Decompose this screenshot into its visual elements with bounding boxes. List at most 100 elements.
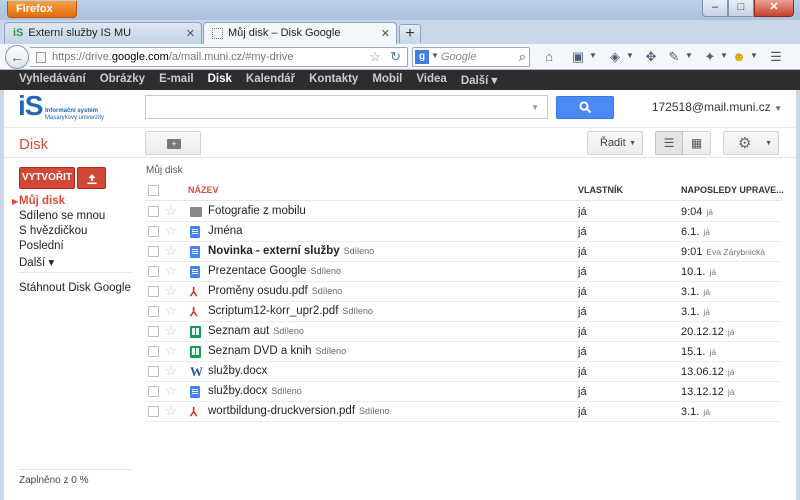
star-icon[interactable]: ☆ bbox=[165, 323, 177, 339]
row-checkbox[interactable] bbox=[148, 266, 159, 277]
row-checkbox[interactable] bbox=[148, 246, 159, 257]
tab-close-icon[interactable]: ✕ bbox=[186, 27, 195, 40]
file-name[interactable]: Scriptum12-korr_upr2.pdf Sdíleno bbox=[208, 305, 373, 317]
file-name[interactable]: Seznam DVD a knih Sdíleno bbox=[208, 345, 346, 357]
bookmarks-icon[interactable]: ▣ bbox=[570, 49, 586, 65]
eyedropper-icon[interactable]: ✎ bbox=[666, 49, 682, 65]
gbar-item[interactable]: Videa bbox=[409, 70, 453, 90]
home-icon[interactable]: ⌂ bbox=[541, 49, 557, 65]
tab-close-icon[interactable]: ✕ bbox=[381, 27, 390, 40]
gbar-item[interactable]: Disk bbox=[201, 70, 239, 90]
table-row[interactable]: ☆ služby.docx Sdíleno já 13.12.12 já bbox=[145, 382, 781, 402]
column-name[interactable]: NÁZEV bbox=[188, 185, 219, 195]
table-row[interactable]: ☆ Jména já 6.1. já bbox=[145, 222, 781, 242]
star-icon[interactable]: ☆ bbox=[165, 303, 177, 319]
sidebar-item-sdileno[interactable]: Sdíleno se mnou bbox=[19, 210, 105, 222]
chevron-down-icon[interactable]: ▼ bbox=[589, 51, 597, 60]
grid-view-icon[interactable]: ▦ bbox=[683, 131, 711, 155]
gbar-item[interactable]: Vyhledávání bbox=[12, 70, 93, 90]
menu-icon[interactable]: ☰ bbox=[768, 49, 784, 65]
gbar-item[interactable]: Kalendář bbox=[239, 70, 302, 90]
file-name[interactable]: Seznam aut Sdíleno bbox=[208, 325, 304, 337]
chevron-down-icon[interactable]: ▼ bbox=[720, 51, 728, 60]
file-name[interactable]: Novinka - externí služby Sdíleno bbox=[208, 245, 374, 257]
extension-icon[interactable]: ✦ bbox=[702, 49, 718, 65]
new-tab-button[interactable]: + bbox=[399, 24, 421, 43]
file-name[interactable]: služby.docx Sdíleno bbox=[208, 385, 302, 397]
maximize-icon[interactable]: □ bbox=[728, 0, 754, 17]
google-engine-icon[interactable]: g bbox=[415, 50, 429, 64]
gbar-item[interactable]: Obrázky bbox=[93, 70, 152, 90]
row-checkbox[interactable] bbox=[148, 346, 159, 357]
smiley-icon[interactable]: ☻ bbox=[731, 49, 747, 65]
upload-button[interactable] bbox=[77, 167, 106, 189]
column-modified[interactable]: NAPOSLEDY UPRAVE... bbox=[681, 185, 784, 195]
row-checkbox[interactable] bbox=[148, 386, 159, 397]
table-row[interactable]: ☆ Prezentace Google Sdíleno já 10.1. já bbox=[145, 262, 781, 282]
row-checkbox[interactable] bbox=[148, 406, 159, 417]
gbar-item[interactable]: Kontakty bbox=[302, 70, 365, 90]
row-checkbox[interactable] bbox=[148, 306, 159, 317]
star-icon[interactable]: ☆ bbox=[165, 403, 177, 419]
star-icon[interactable]: ☆ bbox=[165, 203, 177, 219]
column-owner[interactable]: VLASTNÍK bbox=[578, 185, 623, 195]
star-icon[interactable]: ☆ bbox=[165, 283, 177, 299]
chevron-down-icon[interactable]: ▼ bbox=[750, 51, 758, 60]
gbar-item[interactable]: Další ▾ bbox=[454, 70, 504, 90]
firefox-menu-button[interactable]: Firefox bbox=[7, 1, 77, 18]
back-arrow-icon[interactable]: ← bbox=[5, 45, 29, 69]
row-checkbox[interactable] bbox=[148, 326, 159, 337]
chevron-down-icon[interactable]: ▼ bbox=[685, 51, 693, 60]
tab-muj-disk[interactable]: Můj disk – Disk Google ✕ bbox=[203, 22, 397, 44]
star-icon[interactable]: ☆ bbox=[165, 223, 177, 239]
tab-externi-sluzby[interactable]: iS Externí služby IS MU ✕ bbox=[4, 22, 202, 44]
star-icon[interactable]: ☆ bbox=[165, 263, 177, 279]
browser-search-bar[interactable]: g ▼ Google ⌕ bbox=[412, 47, 530, 67]
file-name[interactable]: wortbildung-druckversion.pdf Sdíleno bbox=[208, 405, 390, 417]
sidebar-item-muj-disk[interactable]: Můj disk bbox=[19, 195, 65, 207]
new-folder-button[interactable]: + bbox=[145, 131, 201, 155]
chevron-down-icon[interactable]: ▼ bbox=[626, 51, 634, 60]
minimize-icon[interactable]: – bbox=[702, 0, 728, 17]
sidebar-item-posledni[interactable]: Poslední bbox=[19, 240, 64, 252]
file-name[interactable]: Fotografie z mobilu bbox=[208, 205, 306, 217]
table-row[interactable]: ☆ ⅄ Scriptum12-korr_upr2.pdf Sdíleno já 3.1. j… bbox=[145, 302, 781, 322]
star-icon[interactable]: ☆ bbox=[165, 363, 177, 379]
gbar-item[interactable]: E-mail bbox=[152, 70, 201, 90]
file-name[interactable]: Jména bbox=[208, 225, 243, 237]
star-icon[interactable]: ☆ bbox=[165, 383, 177, 399]
table-row[interactable]: ☆ Novinka - externí služby Sdíleno já 9:01 Ev… bbox=[145, 242, 781, 262]
close-window-icon[interactable]: ✕ bbox=[754, 0, 794, 17]
file-name[interactable]: Proměny osudu.pdf Sdíleno bbox=[208, 285, 342, 297]
row-checkbox[interactable] bbox=[148, 206, 159, 217]
gbar-item[interactable]: Mobil bbox=[365, 70, 409, 90]
table-row[interactable]: ☆ ⅄ wortbildung-druckversion.pdf Sdíleno já 3… bbox=[145, 402, 781, 422]
row-checkbox[interactable] bbox=[148, 286, 159, 297]
file-name[interactable]: služby.docx bbox=[208, 365, 267, 377]
sort-button[interactable]: Řadit ▼ bbox=[587, 131, 643, 155]
reload-icon[interactable]: ↻ bbox=[390, 49, 401, 65]
bookmark-star-icon[interactable]: ☆ bbox=[369, 49, 381, 65]
table-row[interactable]: ☆ ⅄ Proměny osudu.pdf Sdíleno já 3.1. já bbox=[145, 282, 781, 302]
table-row[interactable]: ☆ Seznam aut Sdíleno já 20.12.12 já bbox=[145, 322, 781, 342]
star-icon[interactable]: ☆ bbox=[165, 343, 177, 359]
table-row[interactable]: ☆ Fotografie z mobilu já 9:04 já bbox=[145, 202, 781, 222]
list-view-icon[interactable]: ☰ bbox=[655, 131, 683, 155]
create-button[interactable]: VYTVOŘIT bbox=[19, 167, 75, 189]
select-all-checkbox[interactable] bbox=[148, 185, 159, 196]
magnifier-icon[interactable]: ⌕ bbox=[519, 49, 526, 65]
chevron-down-icon[interactable]: ▼ bbox=[531, 103, 539, 112]
row-checkbox[interactable] bbox=[148, 226, 159, 237]
star-icon[interactable]: ☆ bbox=[165, 243, 177, 259]
drive-search-input[interactable]: ▼ bbox=[145, 95, 548, 119]
settings-button[interactable]: ⚙ ▼ bbox=[723, 131, 779, 155]
search-button[interactable] bbox=[556, 96, 614, 119]
sidebar-item-dalsi[interactable]: Další ▾ bbox=[19, 255, 54, 269]
addon-icon[interactable]: ◈ bbox=[607, 49, 623, 65]
is-mu-logo[interactable]: iS Informační systém Masarykovy univerzi… bbox=[18, 90, 138, 124]
file-name[interactable]: Prezentace Google Sdíleno bbox=[208, 265, 341, 277]
download-drive-link[interactable]: Stáhnout Disk Google bbox=[19, 282, 131, 294]
puzzle-icon[interactable]: ✥ bbox=[643, 49, 659, 65]
table-row[interactable]: ☆ Wslužby.docx já 13.06.12 já bbox=[145, 362, 781, 382]
row-checkbox[interactable] bbox=[148, 366, 159, 377]
